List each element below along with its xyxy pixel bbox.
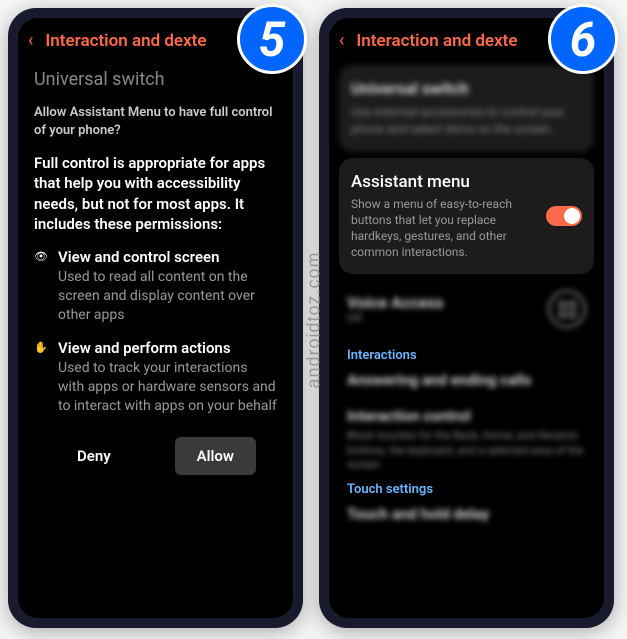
dialog-question: Allow Assistant Menu to have full contro… [34,104,277,139]
phone-step-5: 5 ‹ Interaction and dexte Universal swit… [8,8,303,628]
blurred-item-title: Interaction control [347,407,586,425]
assistant-menu-title: Assistant menu [351,172,536,192]
watermark: androidtoz.com [303,251,324,388]
voice-access-sub: Off [347,312,444,325]
permission-perform-actions: ✋ View and perform actions Used to track… [34,339,277,416]
hand-icon: ✋ [34,339,48,416]
back-icon[interactable]: ‹ [28,30,33,51]
eye-icon: 👁 [34,248,48,325]
header-title: Interaction and dexte [356,31,517,51]
interaction-control-blurred: Interaction control Block touches for th… [329,403,604,472]
assistant-fab-icon[interactable] [548,290,586,328]
answering-calls-blurred: Answering and ending calls [329,367,604,389]
blurred-item-title: Touch and hold delay [347,505,586,523]
voice-access-row-blurred: Voice Access Off [329,280,604,338]
blurred-item-desc: Block touches for the Back, Home, and Re… [347,429,586,472]
assistant-menu-card[interactable]: Assistant menu Show a menu of easy-to-re… [339,158,594,275]
section-touch-settings: Touch settings [329,472,604,501]
blurred-title: Universal switch [351,79,582,98]
permission-title: View and perform actions [58,339,277,357]
universal-switch-card-blurred: Universal switch Use external accessorie… [339,65,594,152]
assistant-menu-desc: Show a menu of easy-to-reach buttons tha… [351,196,536,261]
permission-desc: Used to read all content on the screen a… [58,268,277,325]
header-title: Interaction and dexte [45,31,206,51]
deny-button[interactable]: Deny [55,437,133,475]
blurred-desc: Use external accessories to control your… [351,104,582,138]
phone-step-6: 6 ‹ Interaction and dexte Universal swit… [319,8,614,628]
blurred-item-title: Answering and ending calls [347,371,586,389]
permission-desc: Used to track your interactions with app… [58,359,277,416]
permission-dialog: Allow Assistant Menu to have full contro… [18,96,293,489]
dialog-intro: Full control is appropriate for apps tha… [34,153,277,234]
step-badge-5: 5 [237,4,307,74]
touch-hold-delay-blurred: Touch and hold delay [329,501,604,523]
step-badge-6: 6 [548,4,618,74]
allow-button[interactable]: Allow [175,437,256,475]
permission-title: View and control screen [58,248,277,266]
back-icon[interactable]: ‹ [339,30,344,51]
permission-view-control: 👁 View and control screen Used to read a… [34,248,277,325]
voice-access-title: Voice Access [347,293,444,312]
assistant-menu-toggle[interactable] [546,206,582,226]
dialog-buttons: Deny Allow [34,429,277,489]
section-interactions: Interactions [329,338,604,367]
